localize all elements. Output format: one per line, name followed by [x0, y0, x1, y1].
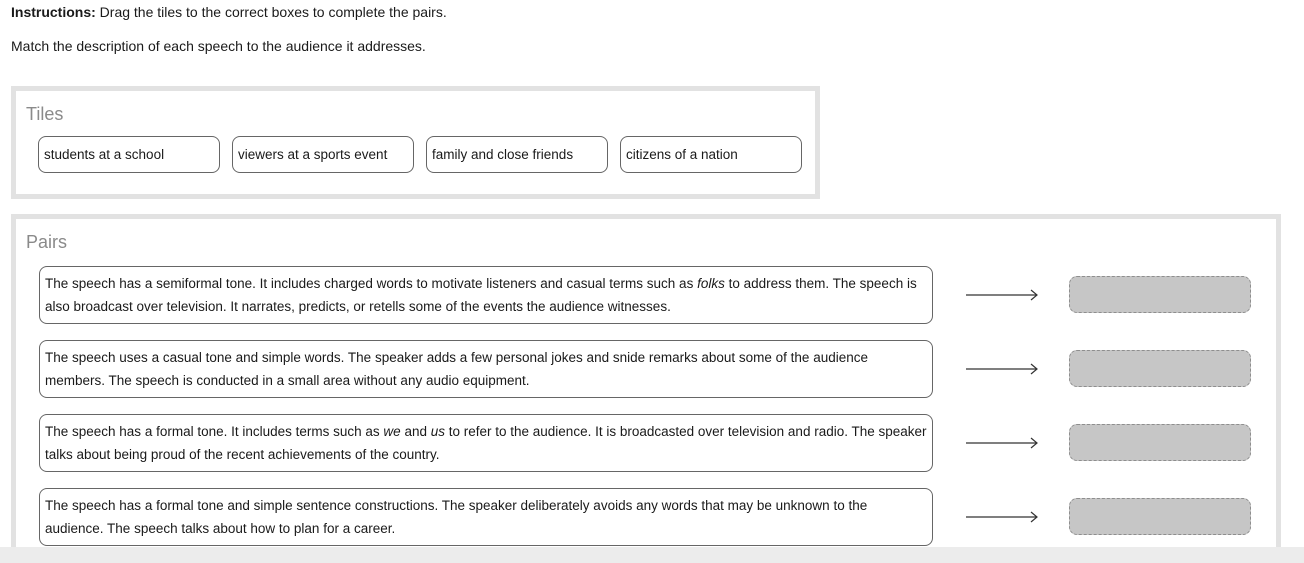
right-arrow-icon [966, 363, 1038, 375]
italic-term: we [383, 424, 401, 439]
right-arrow-icon [966, 437, 1038, 449]
speech-description-3: The speech has a formal tone. It include… [39, 414, 933, 472]
description-text: and [400, 424, 431, 439]
speech-description-4: The speech has a formal tone and simple … [39, 488, 933, 546]
speech-description-1: The speech has a semiformal tone. It inc… [39, 266, 933, 324]
tiles-panel-title: Tiles [26, 104, 64, 124]
tile-viewers-at-a-sports-event[interactable]: viewers at a sports event [232, 136, 414, 173]
tiles-panel: Tiles students at a school viewers at a … [11, 86, 820, 199]
italic-term: us [430, 424, 445, 439]
drop-box-2[interactable] [1069, 350, 1251, 387]
tile-students-at-a-school[interactable]: students at a school [38, 136, 220, 173]
instructions-text: Drag the tiles to the correct boxes to c… [99, 4, 447, 20]
description-text: The speech has a formal tone. It include… [45, 424, 384, 439]
description-text: The speech has a formal tone and simple … [45, 498, 868, 536]
pairs-panel: Pairs The speech has a semiformal tone. … [11, 214, 1281, 563]
drop-box-3[interactable] [1069, 424, 1251, 461]
right-arrow-icon [966, 511, 1038, 523]
bottom-scroll-bar [0, 547, 1304, 563]
question-text: Match the description of each speech to … [11, 38, 426, 54]
pairs-panel-title: Pairs [26, 232, 68, 252]
activity-page: Instructions: Drag the tiles to the corr… [0, 0, 1304, 563]
description-text: The speech uses a casual tone and simple… [45, 350, 868, 388]
speech-description-2: The speech uses a casual tone and simple… [39, 340, 933, 398]
drop-box-1[interactable] [1069, 276, 1251, 313]
instructions: Instructions: Drag the tiles to the corr… [11, 4, 447, 20]
right-arrow-icon [966, 289, 1038, 301]
italic-term: folks [697, 276, 725, 291]
tile-family-and-close-friends[interactable]: family and close friends [426, 136, 608, 173]
drop-box-4[interactable] [1069, 498, 1251, 535]
description-text: The speech has a semiformal tone. It inc… [45, 276, 698, 291]
instructions-label: Instructions: [11, 4, 96, 20]
tile-citizens-of-a-nation[interactable]: citizens of a nation [620, 136, 802, 173]
